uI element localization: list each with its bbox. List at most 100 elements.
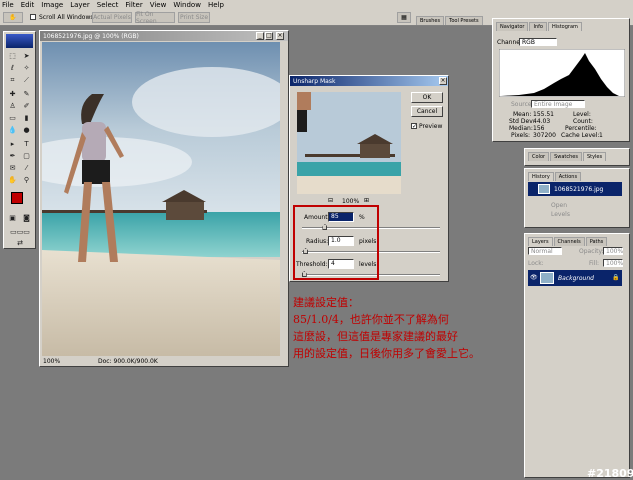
pixels-value: 307200 bbox=[533, 132, 556, 139]
fill-label: Fill: bbox=[589, 260, 600, 267]
snapshot-thumbnail bbox=[538, 184, 550, 194]
tab-navigator[interactable]: Navigator bbox=[496, 22, 529, 31]
imageready-icon[interactable]: ⇄ bbox=[8, 239, 32, 248]
slice-icon[interactable]: ⟋ bbox=[22, 76, 31, 85]
history-snapshot-row[interactable]: 1068521976.jpg bbox=[528, 182, 622, 196]
tab-paths[interactable]: Paths bbox=[585, 237, 608, 246]
preview-image[interactable] bbox=[297, 92, 401, 194]
tab-brushes[interactable]: Brushes bbox=[416, 16, 445, 25]
tab-layers[interactable]: Layers bbox=[528, 237, 553, 246]
scroll-all-checkbox[interactable] bbox=[30, 14, 36, 20]
screen-mode-icons[interactable]: ▭▭▭ bbox=[8, 228, 32, 237]
cache-level-label: Cache Level: bbox=[561, 132, 600, 139]
hand-icon[interactable]: ✋ bbox=[8, 176, 17, 185]
histogram-graph bbox=[499, 49, 625, 97]
opacity-label: Opacity: bbox=[579, 248, 604, 255]
history-palette: History Actions 1068521976.jpg Open Leve… bbox=[524, 168, 630, 228]
tab-history[interactable]: History bbox=[528, 172, 554, 181]
tab-histogram[interactable]: Histogram bbox=[547, 22, 582, 31]
note-line-1: 建議設定值： bbox=[293, 296, 359, 309]
file-browser-icon[interactable]: ▦ bbox=[397, 12, 411, 23]
cancel-button[interactable]: Cancel bbox=[411, 106, 443, 117]
minimize-icon[interactable]: _ bbox=[256, 32, 264, 40]
menu-file[interactable]: File bbox=[2, 1, 14, 9]
history-brush-icon[interactable]: ✐ bbox=[22, 102, 31, 111]
layer-thumbnail bbox=[540, 272, 554, 284]
notes-icon[interactable]: ✉ bbox=[8, 164, 17, 173]
type-icon[interactable]: T bbox=[22, 140, 31, 149]
median-value: 156 bbox=[533, 125, 545, 132]
tab-actions[interactable]: Actions bbox=[554, 172, 582, 181]
source-select[interactable]: Entire Image bbox=[531, 100, 585, 108]
dialog-close-icon[interactable]: × bbox=[439, 77, 447, 85]
print-size-button[interactable]: Print Size bbox=[178, 12, 210, 23]
marquee-icon[interactable]: ⬚ bbox=[8, 52, 17, 61]
menu-filter[interactable]: Filter bbox=[125, 1, 142, 9]
menu-edit[interactable]: Edit bbox=[21, 1, 35, 9]
mean-value: 155.51 bbox=[533, 111, 554, 118]
pixels-label: Pixels: bbox=[511, 132, 531, 139]
menu-bar: File Edit Image Layer Select Filter View… bbox=[0, 0, 633, 10]
actual-pixels-button[interactable]: Actual Pixels bbox=[92, 12, 132, 23]
tab-styles[interactable]: Styles bbox=[582, 152, 607, 161]
menu-help[interactable]: Help bbox=[208, 1, 224, 9]
lasso-icon[interactable]: ℓ bbox=[8, 64, 17, 73]
fill-input[interactable]: 100% bbox=[603, 259, 623, 267]
stamp-icon[interactable]: ♙ bbox=[8, 102, 17, 111]
preview-checkbox[interactable]: ✓ bbox=[411, 123, 417, 130]
histogram-palette: Navigator Info Histogram Channel: RGB So… bbox=[492, 18, 630, 142]
history-tabs: History Actions bbox=[528, 172, 582, 181]
menu-image[interactable]: Image bbox=[41, 1, 63, 9]
opacity-input[interactable]: 100% bbox=[603, 247, 623, 255]
tab-info[interactable]: Info bbox=[529, 22, 547, 31]
brush-icon[interactable]: ✎ bbox=[22, 90, 31, 99]
magic-wand-icon[interactable]: ✧ bbox=[22, 64, 31, 73]
tab-color[interactable]: Color bbox=[528, 152, 550, 161]
blur-icon[interactable]: 💧 bbox=[8, 126, 17, 135]
history-step-open[interactable]: Open bbox=[551, 202, 567, 209]
close-icon[interactable]: × bbox=[276, 32, 284, 40]
zoom-in-icon[interactable]: ⊞ bbox=[364, 197, 369, 204]
crop-icon[interactable]: ⌗ bbox=[8, 76, 17, 85]
standard-mode-icon[interactable]: ▣ bbox=[8, 214, 17, 223]
menu-view[interactable]: View bbox=[150, 1, 167, 9]
mean-label: Mean: bbox=[513, 111, 532, 118]
std-value: 44.03 bbox=[533, 118, 551, 125]
quickmask-mode-icon[interactable]: ◙ bbox=[22, 214, 31, 223]
doc-size-readout: Doc: 900.0K/900.0K bbox=[98, 358, 158, 365]
hand-tool-preset[interactable]: ✋ bbox=[3, 12, 23, 23]
foreground-color-swatch[interactable] bbox=[11, 192, 23, 204]
menu-select[interactable]: Select bbox=[97, 1, 119, 9]
path-select-icon[interactable]: ▸ bbox=[8, 140, 17, 149]
history-step-levels[interactable]: Levels bbox=[551, 211, 570, 218]
level-label: Level: bbox=[573, 111, 591, 118]
menu-layer[interactable]: Layer bbox=[70, 1, 90, 9]
tab-swatches[interactable]: Swatches bbox=[550, 152, 582, 161]
visibility-eye-icon[interactable]: 👁 bbox=[530, 274, 538, 281]
layer-row-background[interactable]: 👁 Background 🔒 bbox=[528, 270, 622, 286]
dodge-icon[interactable]: ● bbox=[22, 126, 31, 135]
blend-mode-select[interactable]: Normal bbox=[528, 247, 562, 255]
zoom-icon[interactable]: ⚲ bbox=[22, 176, 31, 185]
shape-icon[interactable]: ▢ bbox=[22, 152, 31, 161]
layers-tabs: Layers Channels Paths bbox=[528, 237, 608, 246]
tab-tool-presets[interactable]: Tool Presets bbox=[445, 16, 483, 25]
zoom-readout[interactable]: 100% bbox=[43, 358, 60, 365]
eyedropper-icon[interactable]: ⁄ bbox=[22, 164, 31, 173]
healing-icon[interactable]: ✚ bbox=[8, 90, 17, 99]
channel-select[interactable]: RGB bbox=[519, 38, 557, 46]
document-title[interactable]: 1068521976.jpg @ 100% (RGB) bbox=[40, 31, 288, 41]
maximize-icon[interactable]: □ bbox=[265, 32, 273, 40]
tab-channels[interactable]: Channels bbox=[553, 237, 585, 246]
dialog-title[interactable]: Unsharp Mask bbox=[290, 76, 448, 86]
move-icon[interactable]: ➤ bbox=[22, 52, 31, 61]
ok-button[interactable]: OK bbox=[411, 92, 443, 103]
pen-icon[interactable]: ✒ bbox=[8, 152, 17, 161]
menu-window[interactable]: Window bbox=[173, 1, 201, 9]
fit-on-screen-button[interactable]: Fit On Screen bbox=[135, 11, 175, 25]
beach-photo[interactable] bbox=[42, 42, 280, 356]
zoom-out-icon[interactable]: ⊟ bbox=[328, 197, 333, 204]
adobe-logo bbox=[6, 34, 33, 48]
gradient-icon[interactable]: ▮ bbox=[22, 114, 31, 123]
eraser-icon[interactable]: ▭ bbox=[8, 114, 17, 123]
